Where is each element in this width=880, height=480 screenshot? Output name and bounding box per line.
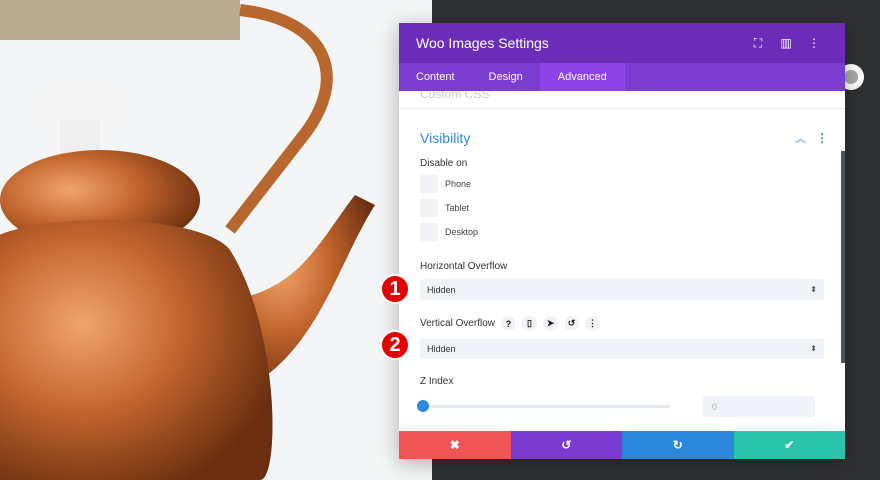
- visibility-section-header[interactable]: Visibility ︿ ⋮: [420, 130, 828, 146]
- checkbox-label: Phone: [445, 179, 472, 189]
- checkbox[interactable]: [420, 175, 438, 193]
- section-title: Visibility: [420, 130, 471, 146]
- fullscreen-icon[interactable]: ⛶: [744, 36, 772, 51]
- checkbox[interactable]: [420, 199, 438, 217]
- step-badge-1: 1: [380, 274, 410, 304]
- checkbox-phone[interactable]: Phone: [420, 175, 824, 193]
- settings-modal: Woo Images Settings ⛶ ▥ ⋮ Content Design…: [399, 23, 845, 459]
- custom-css-section[interactable]: Custom CSS: [399, 91, 845, 109]
- redo-button[interactable]: ↻: [622, 431, 734, 459]
- step-badge-2: 2: [380, 330, 410, 360]
- horizontal-overflow-label: Horizontal Overflow: [420, 261, 508, 272]
- help-icon[interactable]: ?: [501, 316, 517, 331]
- checkbox-tablet[interactable]: Tablet: [420, 199, 824, 217]
- modal-tabs: Content Design Advanced: [399, 63, 845, 91]
- modal-title: Woo Images Settings: [416, 35, 549, 51]
- checkbox-desktop[interactable]: Desktop: [420, 223, 824, 241]
- undo-button[interactable]: ↺: [510, 431, 622, 459]
- modal-header: Woo Images Settings ⛶ ▥ ⋮: [399, 23, 845, 63]
- hover-cursor-icon[interactable]: ➤: [543, 316, 559, 331]
- select-value: Hidden: [427, 284, 456, 295]
- more-options-icon[interactable]: ⋮: [800, 36, 828, 50]
- checkbox-label: Tablet: [445, 203, 470, 213]
- cancel-button[interactable]: ✖: [399, 431, 511, 459]
- horizontal-overflow-select[interactable]: Hidden ⬍: [420, 279, 824, 300]
- select-arrows-icon: ⬍: [810, 344, 817, 353]
- more-icon[interactable]: ⋮: [585, 316, 601, 331]
- tab-content[interactable]: Content: [399, 63, 472, 91]
- slider-handle[interactable]: [417, 400, 429, 412]
- scrollbar[interactable]: [841, 151, 845, 363]
- vertical-overflow-select[interactable]: Hidden ⬍: [420, 338, 824, 359]
- section-menu-icon[interactable]: ⋮: [816, 131, 828, 145]
- kettle-photo: [0, 0, 432, 480]
- select-value: Hidden: [427, 343, 456, 354]
- tab-advanced[interactable]: Advanced: [539, 63, 625, 91]
- tab-design[interactable]: Design: [472, 63, 540, 91]
- z-index-input[interactable]: 0: [703, 396, 815, 417]
- responsive-icon[interactable]: ▯: [522, 316, 538, 331]
- modal-footer: ✖ ↺ ↻ ✔: [399, 431, 845, 459]
- z-index-slider[interactable]: [417, 400, 670, 412]
- select-arrows-icon: ⬍: [810, 285, 817, 294]
- split-view-icon[interactable]: ▥: [772, 36, 800, 50]
- reset-icon[interactable]: ↺: [564, 316, 580, 331]
- checkbox[interactable]: [420, 223, 438, 241]
- checkbox-label: Desktop: [445, 227, 479, 237]
- save-button[interactable]: ✔: [733, 431, 845, 459]
- disable-on-label: Disable on: [420, 158, 468, 169]
- chevron-up-icon[interactable]: ︿: [795, 130, 806, 146]
- z-index-label: Z Index: [420, 376, 454, 387]
- vertical-overflow-label: Vertical Overflow: [420, 318, 496, 329]
